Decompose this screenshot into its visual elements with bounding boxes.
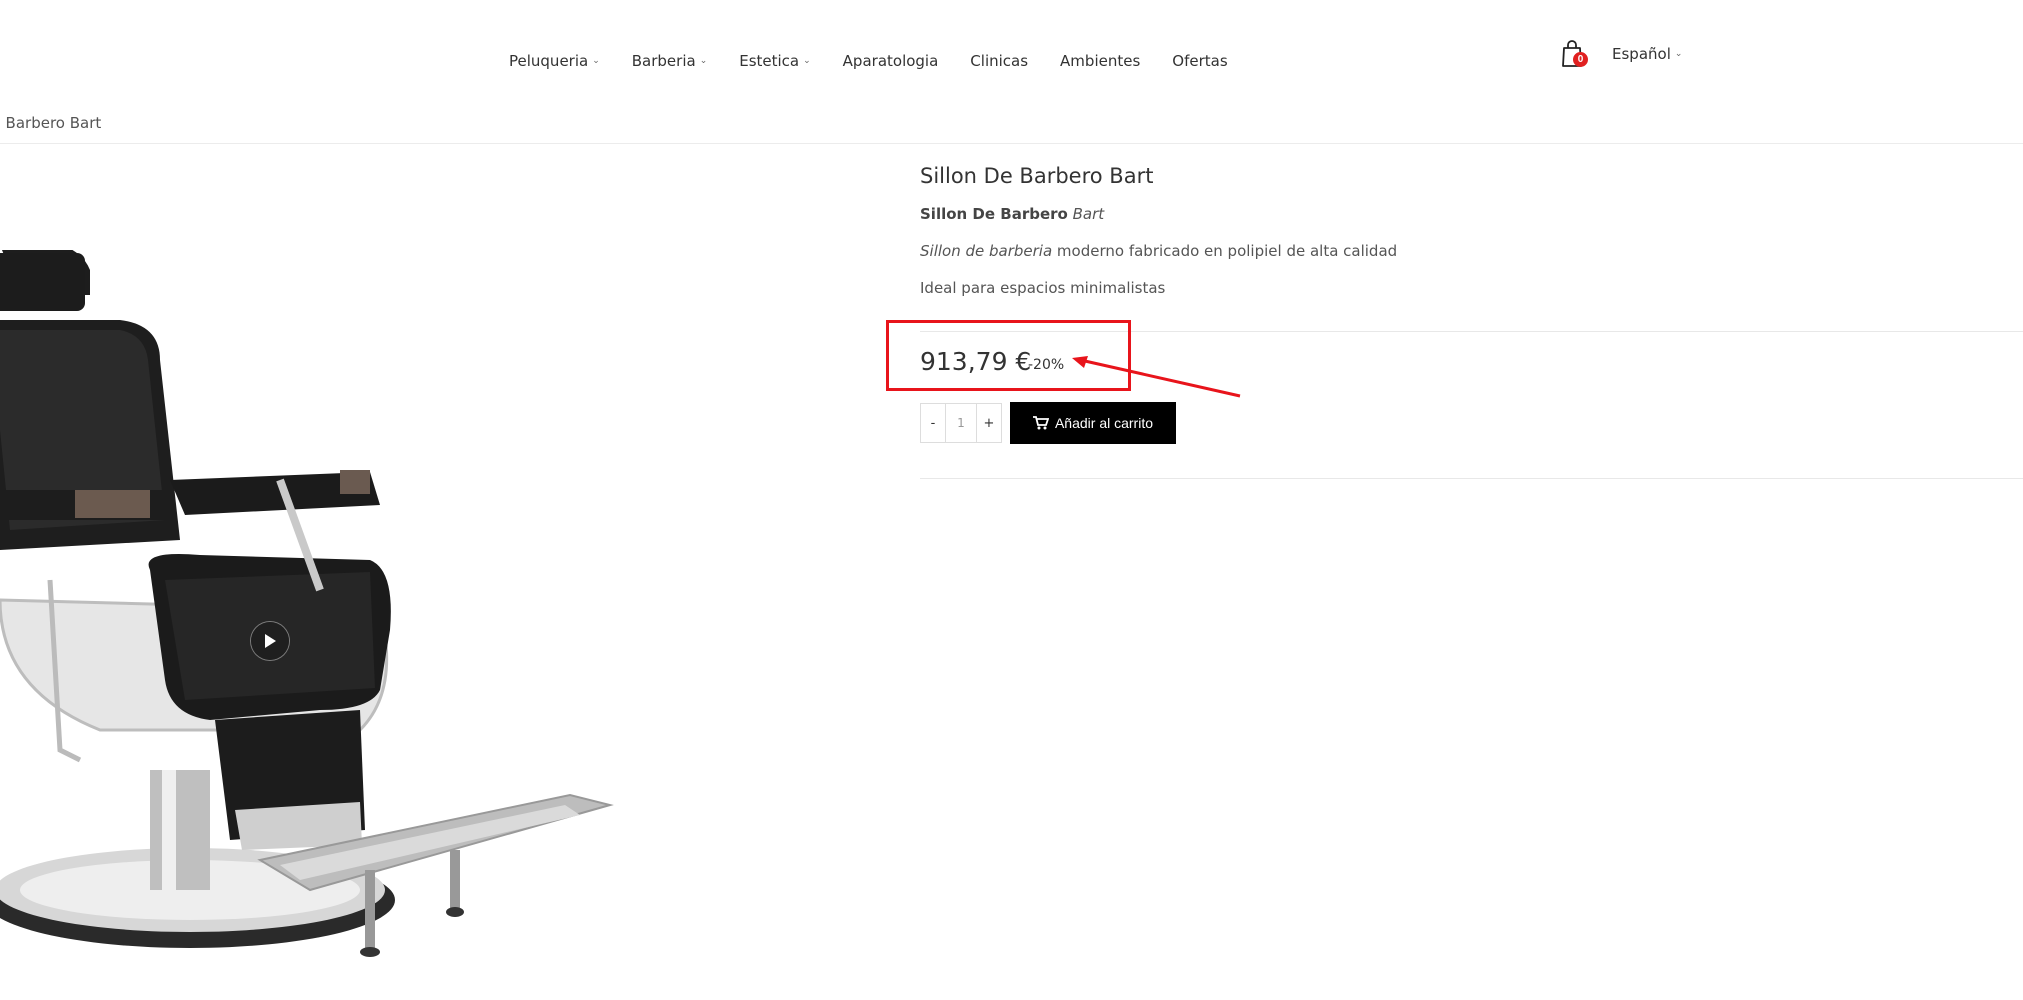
product-title: Sillon De Barbero Bart <box>920 164 1154 188</box>
nav-item-clinicas[interactable]: Clinicas <box>970 52 1028 70</box>
breadcrumb-current: De Barbero Bart <box>0 114 102 132</box>
nav-item-ambientes[interactable]: Ambientes <box>1060 52 1140 70</box>
description-italic: Sillon de barberia <box>920 242 1053 260</box>
nav-item-barberia[interactable]: Barberia ⌄ <box>632 52 707 70</box>
subtitle-bold: Sillon De Barbero <box>920 205 1068 223</box>
divider <box>920 478 2023 479</box>
language-label: Español <box>1612 45 1671 63</box>
product-note: Ideal para espacios minimalistas <box>920 279 1166 297</box>
add-to-cart-button[interactable]: Añadir al carrito <box>1010 402 1176 444</box>
nav-label: Ofertas <box>1172 52 1228 70</box>
product-description: Sillon de barberia moderno fabricado en … <box>920 242 1397 260</box>
annotation-arrow <box>1072 356 1241 398</box>
nav-label: Aparatologia <box>842 52 939 70</box>
nav-item-aparatologia[interactable]: Aparatologia <box>843 52 939 70</box>
main-nav: Peluqueria ⌄ Barberia ⌄ Estetica ⌄ Apara… <box>509 52 1228 70</box>
nav-item-ofertas[interactable]: Ofertas <box>1172 52 1227 70</box>
quantity-stepper: - 1 + <box>920 403 1002 443</box>
quantity-input[interactable]: 1 <box>946 403 976 443</box>
quantity-increase-button[interactable]: + <box>976 403 1002 443</box>
chevron-down-icon: ⌄ <box>803 56 811 66</box>
cart-button[interactable]: 0 <box>1560 40 1590 72</box>
nav-label: Ambientes <box>1060 52 1141 70</box>
cart-count-badge: 0 <box>1573 52 1588 67</box>
nav-label: Peluqueria <box>509 52 589 70</box>
play-video-button[interactable] <box>251 622 289 660</box>
chevron-down-icon: ⌄ <box>1674 49 1683 59</box>
nav-label: Estetica <box>739 52 800 70</box>
chevron-down-icon: ⌄ <box>699 56 708 66</box>
breadcrumb: De Barbero Bart <box>0 114 101 132</box>
description-text: moderno fabricado en polipiel de alta ca… <box>1052 242 1398 260</box>
product-subtitle: Sillon De Barbero Bart <box>920 205 1104 223</box>
play-icon <box>265 634 276 648</box>
nav-label: Clinicas <box>970 52 1029 70</box>
nav-label: Barberia <box>631 52 696 70</box>
nav-item-estetica[interactable]: Estetica ⌄ <box>739 52 810 70</box>
language-selector[interactable]: Español ⌄ <box>1612 45 1682 63</box>
add-to-cart-label: Añadir al carrito <box>1054 415 1154 431</box>
chevron-down-icon: ⌄ <box>592 56 600 66</box>
nav-item-peluqueria[interactable]: Peluqueria ⌄ <box>509 52 600 70</box>
divider <box>0 143 2023 144</box>
subtitle-italic: Bart <box>1072 205 1105 223</box>
product-image[interactable] <box>0 240 630 990</box>
quantity-decrease-button[interactable]: - <box>920 403 946 443</box>
cart-icon <box>1032 416 1049 430</box>
barber-chair-illustration <box>0 240 614 957</box>
